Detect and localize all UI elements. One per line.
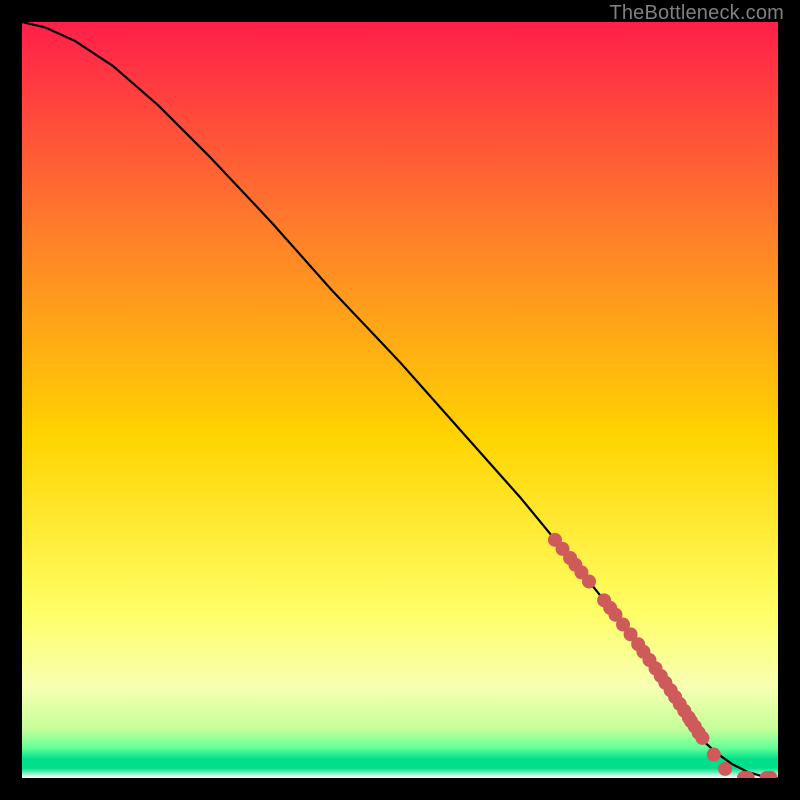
marker-point [707, 748, 721, 762]
watermark-text: TheBottleneck.com [609, 2, 784, 25]
marker-point [695, 731, 709, 745]
chart-stage: TheBottleneck.com [0, 0, 800, 800]
marker-point [582, 574, 596, 588]
bottleneck-chart [22, 22, 778, 778]
marker-point [718, 762, 732, 776]
gradient-background [22, 22, 778, 778]
